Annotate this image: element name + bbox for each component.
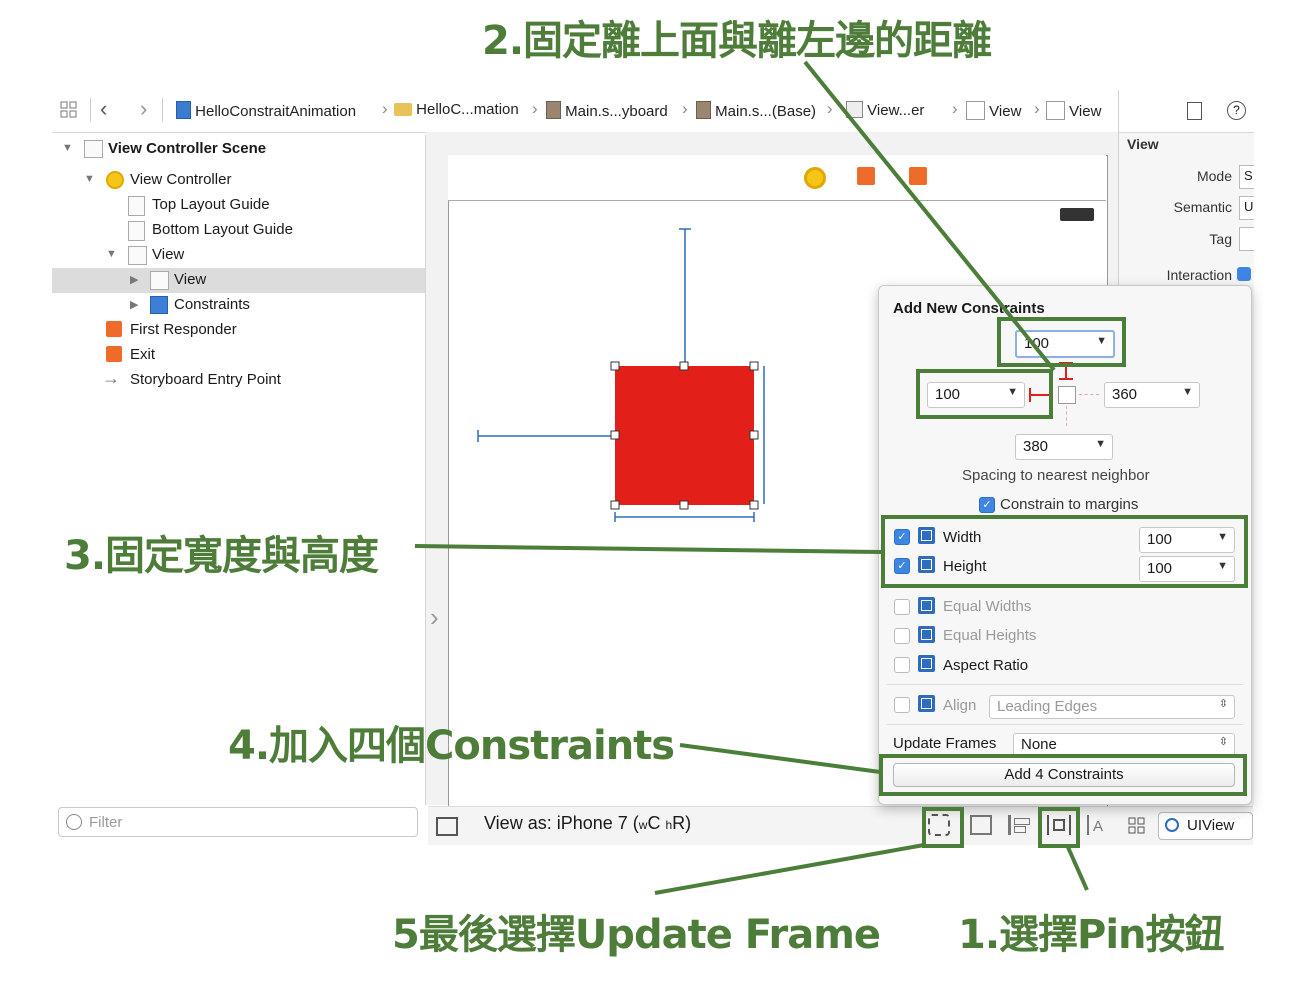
annotation-step5: 5最後選擇Update Frame [392,912,881,958]
arrow-step2 [803,60,1056,372]
annotation-step1: 1.選擇Pin按鈕 [958,912,1225,958]
arrow-step5 [654,843,925,895]
arrow-step3 [414,544,882,554]
arrow-step4 [679,743,881,774]
annotation-arrows [414,60,1089,895]
annotation-step3: 3.固定寬度與高度 [64,533,379,579]
annotation-step4: 4.加入四個Constraints [228,723,675,769]
arrow-step1 [1065,844,1089,891]
annotation-step2: 2.固定離上面與離左邊的距離 [482,18,992,64]
